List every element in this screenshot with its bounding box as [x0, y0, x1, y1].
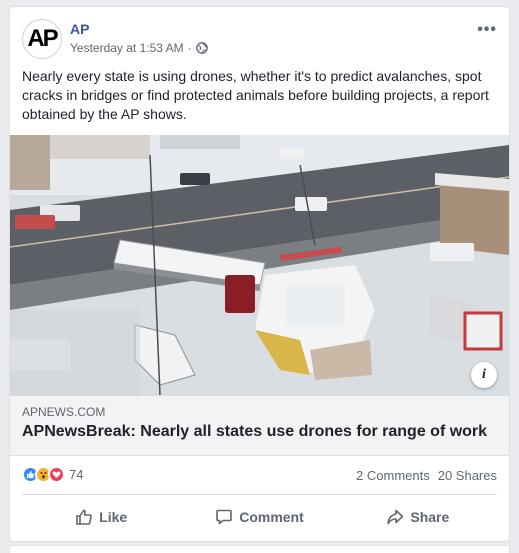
post-actions: Like Comment Share	[22, 499, 497, 535]
engagement-counts: 2 Comments 20 Shares	[356, 468, 497, 483]
post-meta: Yesterday at 1:53 AM ·	[70, 41, 208, 55]
post-caption: Nearly every state is using drones, whet…	[22, 68, 489, 122]
link-title[interactable]: APNewsBreak: Nearly all states use drone…	[22, 423, 487, 441]
like-button[interactable]: Like	[22, 499, 180, 535]
post-header: AP AP Yesterday at 1:53 AM · •••	[22, 19, 497, 63]
timestamp-link[interactable]: Yesterday at 1:53 AM	[70, 41, 184, 55]
thumbs-up-icon	[76, 509, 93, 525]
divider	[22, 494, 497, 495]
reactions-summary[interactable]: 74	[22, 466, 83, 483]
link-preview-image[interactable]: i	[10, 135, 509, 396]
link-domain: APNEWS.COM	[22, 405, 106, 419]
love-reaction-icon	[48, 466, 65, 483]
crash-scene-image	[10, 135, 509, 396]
comment-button[interactable]: Comment	[180, 499, 338, 535]
share-button[interactable]: Share	[339, 499, 497, 535]
avatar[interactable]: AP	[22, 19, 62, 59]
share-label: Share	[410, 509, 450, 525]
share-icon	[387, 509, 404, 525]
globe-icon	[195, 42, 208, 54]
feed-post: AP AP Yesterday at 1:53 AM · ••• Nearly …	[9, 6, 510, 542]
link-preview-box[interactable]: APNEWS.COM APNewsBreak: Nearly all state…	[10, 396, 509, 456]
like-label: Like	[99, 509, 128, 525]
more-options-icon[interactable]: •••	[477, 21, 497, 39]
info-icon[interactable]: i	[471, 362, 497, 388]
page-name-link[interactable]: AP	[70, 21, 89, 37]
comments-count-link[interactable]: 2 Comments	[356, 468, 430, 483]
reaction-count[interactable]: 74	[69, 467, 83, 482]
post-stats: 74 2 Comments 20 Shares	[22, 464, 497, 486]
shares-count-link[interactable]: 20 Shares	[438, 468, 497, 483]
comment-icon	[216, 509, 233, 525]
meta-separator: ·	[187, 41, 192, 55]
comment-label: Comment	[239, 509, 304, 525]
